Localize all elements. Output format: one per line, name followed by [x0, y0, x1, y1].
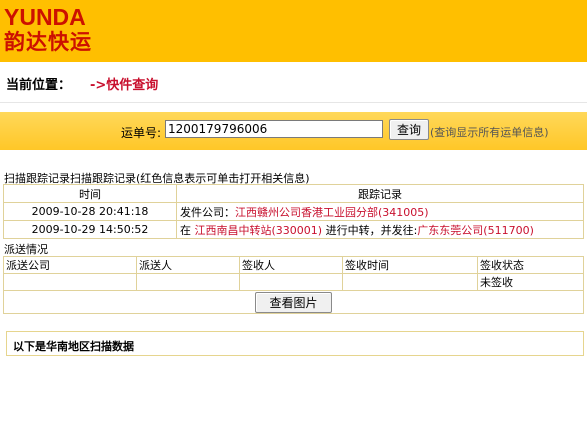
site-header: YUNDA 韵达快运 — [0, 0, 587, 62]
row-record: 发件公司：江西赣州公司香港工业园分部(341005) — [176, 202, 584, 221]
row-time: 2009-10-28 20:41:18 — [3, 202, 177, 221]
view-photo-button[interactable]: 查看图片 — [255, 291, 332, 313]
record-middle: 进行中转，并发往: — [325, 223, 418, 237]
origin-company-link[interactable]: 江西赣州公司香港工业园分部(341005) — [235, 206, 429, 219]
logo-chinese-text: 韵达快运 — [4, 30, 92, 54]
photo-row: 查看图片 — [3, 290, 584, 314]
dispatch-table: 派送公司 派送人 签收人 签收时间 签收状态 未签收 查看图片 — [3, 256, 584, 314]
record-prefix: 在 — [180, 223, 195, 237]
tracking-header-row: 时间 跟踪记录 — [3, 184, 584, 203]
location-bar: 当前位置： ->快件查询 — [0, 62, 587, 103]
south-region-text: 以下是华南地区扫描数据 — [13, 340, 134, 353]
logo-english-text: YUNDA — [4, 4, 86, 30]
row-record: 在 江西南昌中转站(330001) 进行中转，并发往:广东东莞公司(511700… — [176, 220, 584, 239]
column-header-signer: 签收人 — [239, 256, 343, 274]
transit-station-link[interactable]: 江西南昌中转站(330001) — [195, 224, 323, 237]
waybill-input[interactable] — [165, 120, 383, 138]
table-row: 2009-10-28 20:41:18 发件公司：江西赣州公司香港工业园分部(3… — [3, 202, 584, 221]
dispatch-header-row: 派送公司 派送人 签收人 签收时间 签收状态 — [3, 256, 584, 274]
destination-company-link[interactable]: 广东东莞公司(511700) — [417, 224, 534, 237]
row-time: 2009-10-29 14:50:52 — [3, 220, 177, 239]
cell-sign-time — [342, 273, 478, 291]
photo-cell: 查看图片 — [3, 290, 584, 314]
location-label: 当前位置： — [6, 78, 72, 93]
column-header-courier: 派送人 — [136, 256, 240, 274]
waybill-label: 运单号: — [121, 126, 162, 140]
column-header-company: 派送公司 — [3, 256, 137, 274]
table-row: 未签收 — [3, 273, 584, 291]
column-header-sign-status: 签收状态 — [477, 256, 584, 274]
search-bar: 运单号: 查询 (查询显示所有运单信息) — [0, 112, 587, 150]
column-header-sign-time: 签收时间 — [342, 256, 478, 274]
query-hint: (查询显示所有运单信息) — [430, 126, 549, 139]
yunda-logo[interactable]: YUNDA 韵达快运 — [4, 6, 122, 56]
column-header-record: 跟踪记录 — [176, 184, 584, 203]
query-button[interactable]: 查询 — [389, 119, 429, 140]
breadcrumb[interactable]: ->快件查询 — [90, 74, 158, 93]
cell-sign-status: 未签收 — [477, 273, 584, 291]
tracking-table: 时间 跟踪记录 2009-10-28 20:41:18 发件公司：江西赣州公司香… — [3, 184, 584, 239]
table-row: 2009-10-29 14:50:52 在 江西南昌中转站(330001) 进行… — [3, 220, 584, 239]
cell-signer — [239, 273, 343, 291]
cell-company — [3, 273, 137, 291]
column-header-time: 时间 — [3, 184, 177, 203]
record-prefix: 发件公司： — [180, 205, 235, 219]
cell-courier — [136, 273, 240, 291]
south-region-box: 以下是华南地区扫描数据 — [6, 331, 584, 356]
dispatch-title: 派送情况 — [4, 243, 48, 256]
